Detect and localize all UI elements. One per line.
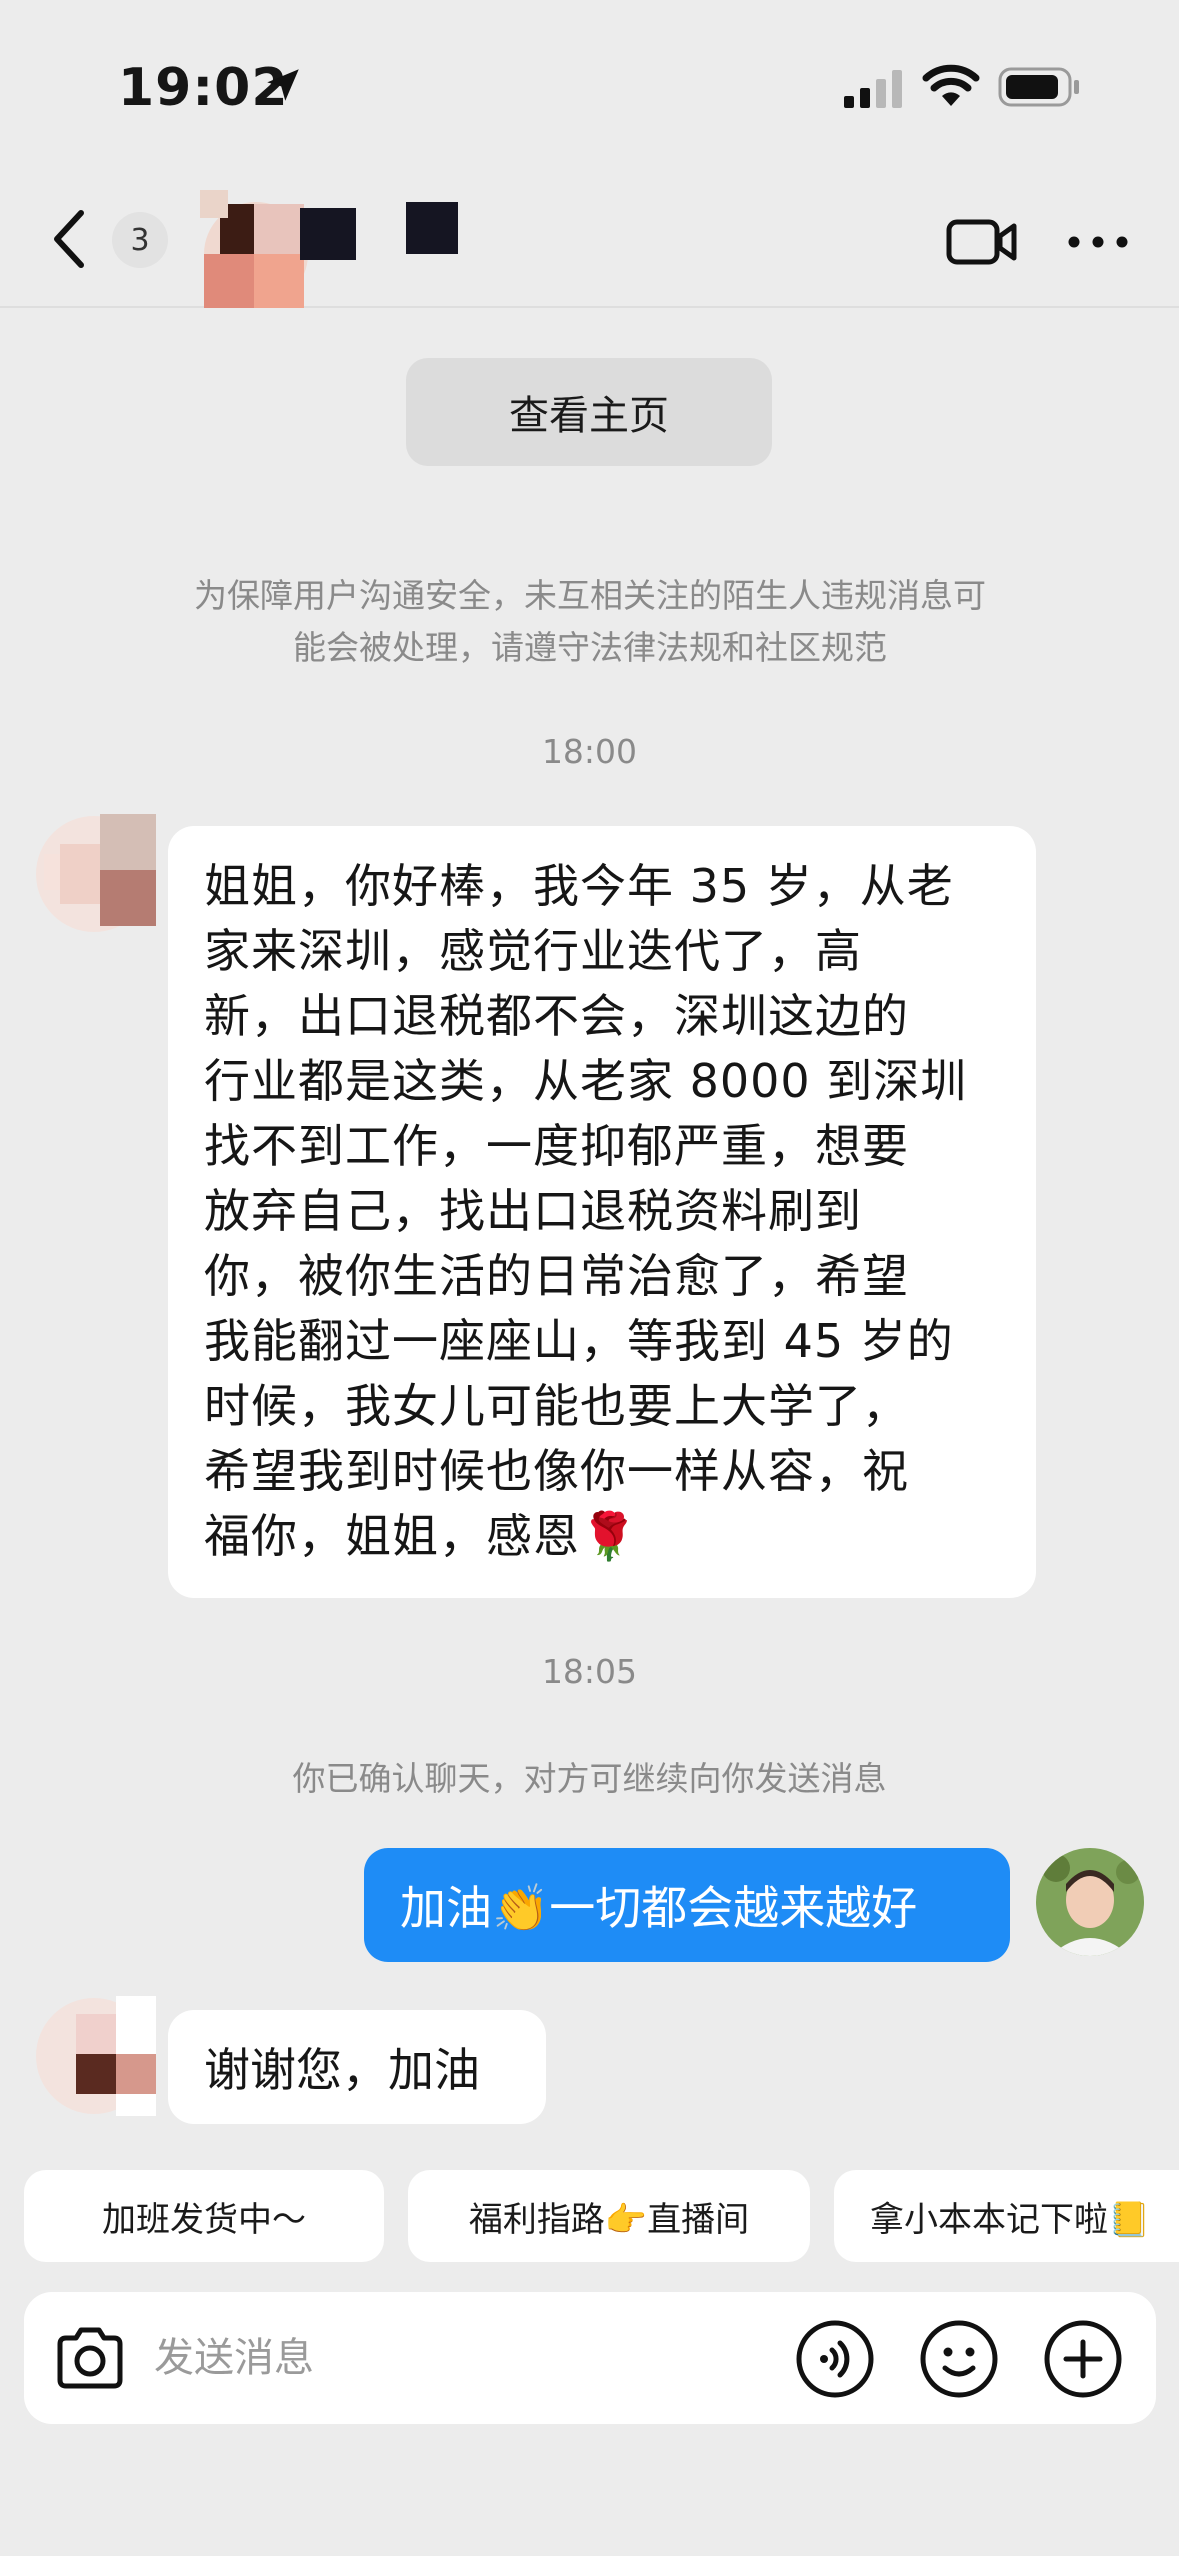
incoming-message[interactable]: 谢谢您，加油 xyxy=(168,2010,546,2124)
quick-reply-chip[interactable]: 拿小本本记下啦📒 xyxy=(834,2170,1179,2262)
safety-notice-line: 为保障用户沟通安全，未互相关注的陌生人违规消息可 xyxy=(194,576,986,615)
message-line: 姐姐，你好棒，我今年 35 岁，从老 xyxy=(204,859,954,913)
message-line: 希望我到时候也像你一样从容，祝 xyxy=(204,1444,909,1498)
location-arrow-icon xyxy=(267,69,299,101)
message-line: 家来深圳，感觉行业迭代了，高 xyxy=(204,924,862,978)
plus-icon[interactable] xyxy=(1042,2318,1124,2400)
contact-avatar[interactable] xyxy=(200,190,308,308)
chat-header: 3 xyxy=(0,170,1179,308)
contact-name-pixelated xyxy=(300,202,458,260)
timestamp: 18:05 xyxy=(541,1652,638,1691)
battery-icon xyxy=(998,67,1079,107)
message-input-bar xyxy=(24,2292,1156,2424)
safety-notice-line: 能会被处理，请遵守法律法规和社区规范 xyxy=(293,628,887,667)
unread-count-badge[interactable]: 3 xyxy=(112,212,168,268)
message-input[interactable] xyxy=(154,2322,754,2394)
camera-icon[interactable] xyxy=(50,2318,130,2398)
message-line: 新，出口退税都不会，深圳这边的 xyxy=(204,989,909,1043)
timestamp: 18:00 xyxy=(541,732,638,771)
chevron-left-icon xyxy=(54,210,84,268)
video-call-icon[interactable] xyxy=(946,216,1018,268)
message-line: 福你，姐姐，感恩🌹 xyxy=(204,1509,639,1563)
back-button[interactable] xyxy=(44,204,94,274)
message-line: 我能翻过一座座山，等我到 45 岁的 xyxy=(204,1314,954,1368)
my-avatar[interactable] xyxy=(1036,1848,1144,1956)
sender-avatar[interactable] xyxy=(36,814,156,934)
wifi-icon xyxy=(922,64,980,106)
sender-avatar[interactable] xyxy=(36,1996,156,2116)
status-bar: 19:02 xyxy=(0,0,1179,170)
more-dots-icon[interactable] xyxy=(1066,232,1130,252)
message-line: 找不到工作，一度抑郁严重，想要 xyxy=(204,1119,909,1173)
system-message: 你已确认聊天，对方可继续向你发送消息 xyxy=(292,1759,887,1798)
safety-notice: 为保障用户沟通安全，未互相关注的陌生人违规消息可 能会被处理，请遵守法律法规和社… xyxy=(140,570,1040,674)
quick-reply-bar: 加班发货中～ 福利指路👉直播间 拿小本本记下啦📒 xyxy=(0,2170,1179,2262)
view-homepage-button[interactable]: 查看主页 xyxy=(406,358,772,466)
quick-reply-chip[interactable]: 加班发货中～ xyxy=(24,2170,384,2262)
emoji-icon[interactable] xyxy=(918,2318,1000,2400)
cellular-signal-icon xyxy=(844,70,902,108)
quick-reply-chip[interactable]: 福利指路👉直播间 xyxy=(408,2170,810,2262)
message-line: 放弃自己，找出口退税资料刷到 xyxy=(204,1184,862,1238)
outgoing-message[interactable]: 加油👏一切都会越来越好 xyxy=(364,1848,1010,1962)
incoming-message[interactable]: 姐姐，你好棒，我今年 35 岁，从老 家来深圳，感觉行业迭代了，高 新，出口退税… xyxy=(168,826,1036,1598)
message-line: 行业都是这类，从老家 8000 到深圳 xyxy=(204,1054,968,1108)
voice-icon[interactable] xyxy=(794,2318,876,2400)
message-line: 你，被你生活的日常治愈了，希望 xyxy=(204,1249,909,1303)
message-line: 时候，我女儿可能也要上大学了， xyxy=(204,1379,909,1433)
